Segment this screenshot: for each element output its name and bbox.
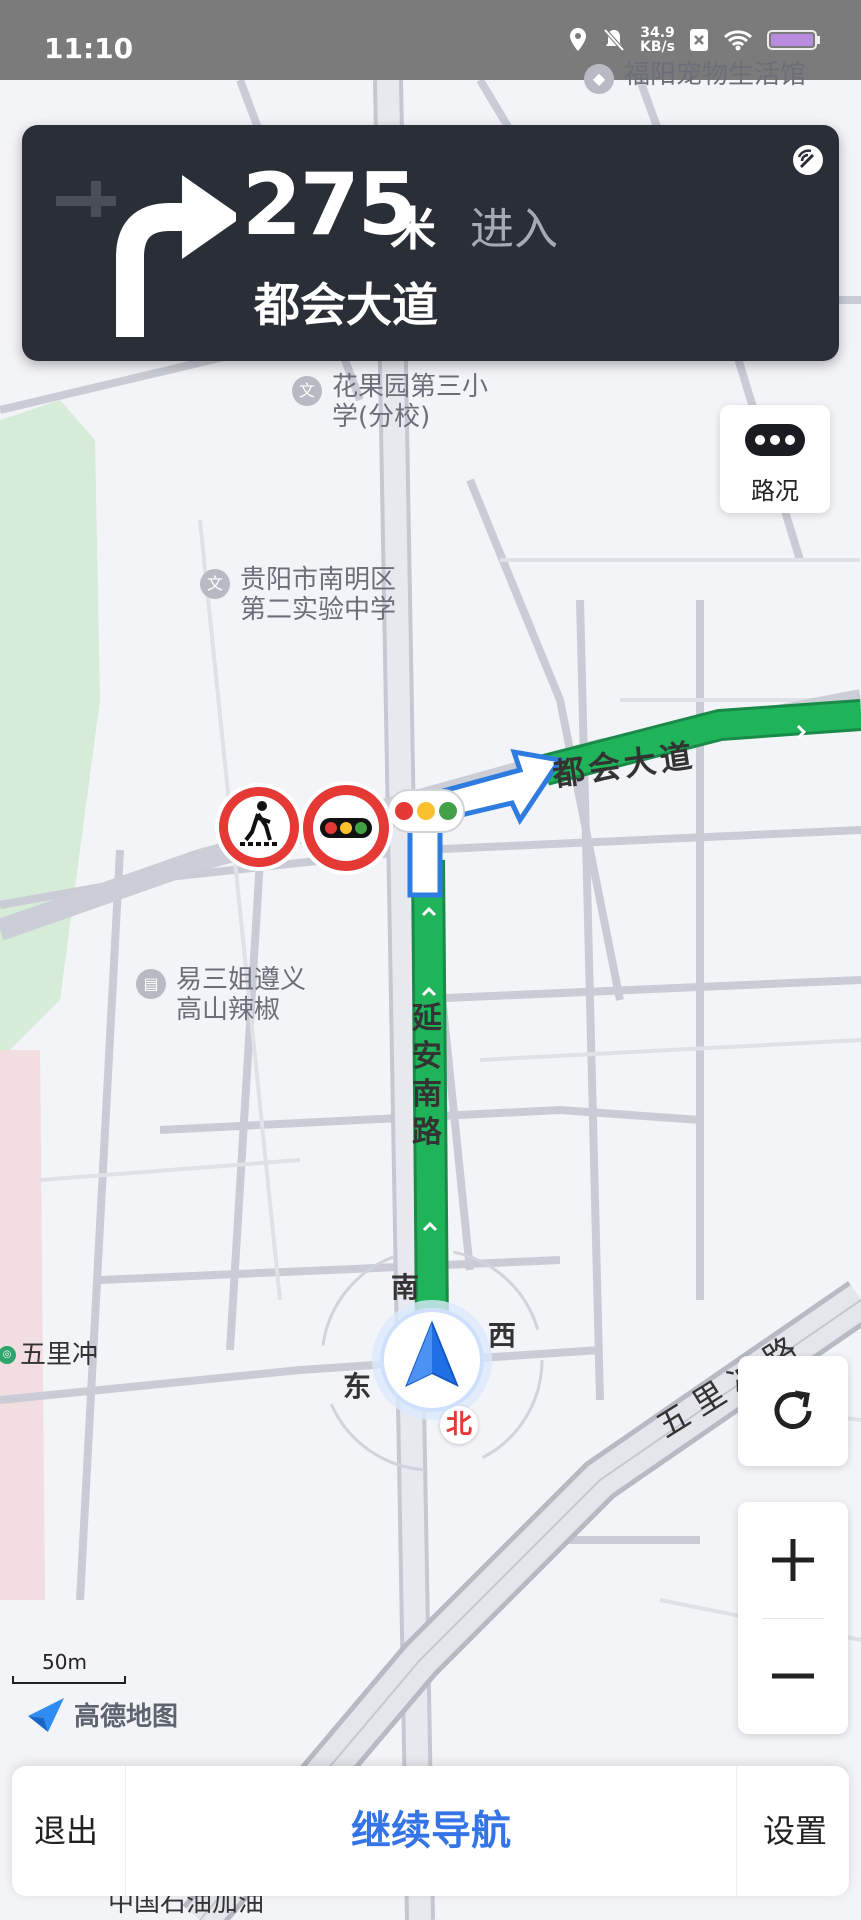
poi-wulichong[interactable]: ◎ 五里冲 <box>0 1340 98 1370</box>
school-icon: 文 <box>200 569 230 599</box>
poi-pin-icon: ◆ <box>584 64 614 94</box>
exit-button[interactable]: 退出 <box>34 1766 98 1896</box>
gps-signal-icon[interactable] <box>791 143 825 177</box>
plus-icon <box>772 1539 814 1581</box>
restaurant-icon: ▤ <box>136 969 166 999</box>
turn-right-arrow-icon <box>56 175 236 337</box>
compass-south-label: 南 <box>391 1271 420 1304</box>
distance-unit: 米 <box>390 202 436 256</box>
road-label-yanan: 延安南路 <box>412 1001 442 1150</box>
traffic-label: 路况 <box>751 477 799 505</box>
traffic-toggle-button[interactable]: 路况 <box>720 405 830 513</box>
pedestrian-crossing-sign-icon <box>215 783 303 871</box>
status-icons: 34.9 KB/s <box>568 26 821 54</box>
poi-school-nanming[interactable]: 文 贵阳市南明区 第二实验中学 <box>200 565 396 625</box>
refresh-route-button[interactable] <box>738 1356 848 1466</box>
turn-action: 进入 <box>470 204 558 255</box>
refresh-icon <box>774 1390 812 1429</box>
zoom-out-button[interactable] <box>738 1618 848 1734</box>
map-scale: 50m <box>12 1650 126 1684</box>
poi-restaurant[interactable]: ▤ 易三姐遵义 高山辣椒 <box>136 965 306 1025</box>
traffic-icon <box>745 424 805 456</box>
amap-logo-icon <box>28 1698 64 1732</box>
zoom-controls <box>738 1502 848 1734</box>
location-icon <box>570 28 587 51</box>
current-location-arrow-icon <box>380 1308 484 1412</box>
sim-x-icon <box>690 29 708 51</box>
next-road-name: 都会大道 <box>254 278 438 332</box>
scale-label: 50m <box>42 1650 87 1674</box>
poi-school-huaguoyuan[interactable]: 文 花果园第三小 学(分校) <box>292 372 488 432</box>
poi-pet-shop[interactable]: ◆ 福阳宠物生活馆 <box>584 60 806 94</box>
continue-navigation-button[interactable]: 继续导航 <box>125 1766 737 1896</box>
battery-icon <box>767 30 820 50</box>
compass-east-label: 东 <box>343 1370 372 1403</box>
school-icon: 文 <box>292 376 322 406</box>
zoom-in-button[interactable] <box>738 1502 848 1618</box>
scale-bar <box>12 1676 126 1684</box>
amap-logo: 高德地图 <box>24 1692 178 1736</box>
minus-icon <box>772 1673 814 1679</box>
mute-icon <box>603 28 625 52</box>
compass-west-label: 西 <box>488 1319 517 1352</box>
traffic-light-sign-icon <box>299 781 393 875</box>
status-time: 11:10 <box>44 32 134 65</box>
settings-button[interactable]: 设置 <box>763 1766 827 1896</box>
wifi-icon <box>723 30 753 51</box>
bottom-action-bar: 退出 继续导航 设置 <box>12 1766 849 1896</box>
navigation-instruction-card[interactable]: 275 米 进入 都会大道 <box>22 125 839 361</box>
net-speed: 34.9 KB/s <box>640 25 675 55</box>
